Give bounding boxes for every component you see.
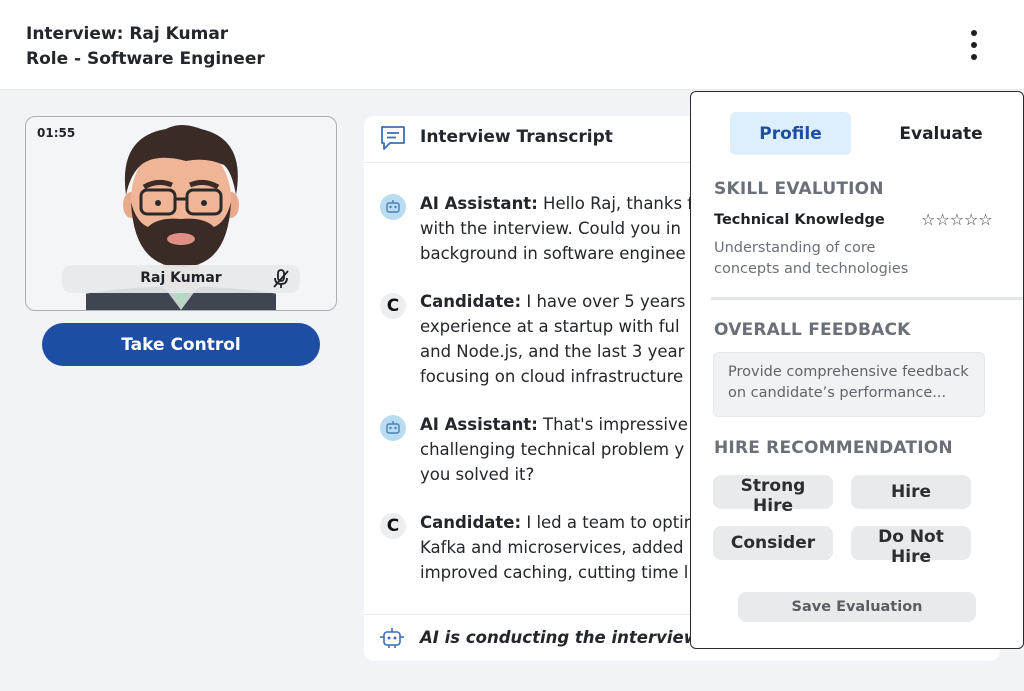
message-line: Kafka and microservices, added [420, 538, 684, 557]
hire-recommendation-heading: HIRE RECOMMENDATION [714, 438, 953, 458]
message-speaker: Candidate: [420, 513, 522, 532]
transcript-message: AI Assistant: Hello Raj, thanks f with t… [420, 191, 700, 266]
kebab-menu-icon[interactable] [962, 28, 986, 68]
interview-role-title: Role - Software Engineer [26, 49, 265, 69]
message-line: you solved it? [420, 465, 535, 484]
chat-transcript-icon [381, 126, 405, 150]
save-evaluation-button[interactable]: Save Evaluation [738, 592, 976, 622]
evaluation-panel: Profile Evaluate SKILL EVALUTION Technic… [690, 91, 1024, 649]
interview-status-text: AI is conducting the interview [420, 628, 699, 647]
skill-description: Understanding of core concepts and techn… [714, 240, 909, 277]
candidate-avatar-badge: C [380, 293, 406, 319]
robot-icon [380, 628, 404, 648]
interview-candidate-title: Interview: Raj Kumar [26, 24, 229, 44]
transcript-message: Candidate: I led a team to optim Kafka a… [420, 510, 700, 585]
feedback-textarea[interactable]: Provide comprehensive feedback on candid… [713, 352, 985, 417]
tab-profile[interactable]: Profile [730, 112, 851, 155]
candidate-avatar-badge: C [380, 513, 406, 539]
star-rating[interactable]: ☆☆☆☆☆ [921, 210, 993, 229]
ai-assistant-avatar-icon [380, 194, 406, 220]
transcript-title: Interview Transcript [420, 127, 613, 147]
hire-button[interactable]: Hire [851, 475, 971, 509]
skill-name: Technical Knowledge [714, 212, 885, 228]
message-line: improved caching, cutting time l [420, 563, 689, 582]
candidate-video-tile: 01:55 Raj Kumar [25, 116, 337, 311]
app-header: Interview: Raj Kumar Role - Software Eng… [0, 0, 1024, 90]
transcript-message: Candidate: I have over 5 years o experie… [420, 289, 700, 389]
ai-assistant-avatar-icon [380, 415, 406, 441]
message-line: Hello Raj, thanks f [537, 194, 694, 213]
message-speaker: AI Assistant: [420, 194, 538, 213]
skill-evaluation-heading: SKILL EVALUTION [714, 179, 884, 199]
message-line: I led a team to optim [521, 513, 700, 532]
strong-hire-button[interactable]: Strong Hire [713, 475, 833, 516]
message-line: focusing on cloud infrastructure [420, 367, 684, 386]
section-divider [711, 297, 1023, 300]
take-control-button[interactable]: Take Control [42, 323, 320, 366]
consider-button[interactable]: Consider [713, 526, 833, 560]
do-not-hire-button[interactable]: Do Not Hire [851, 526, 971, 567]
message-speaker: Candidate: [420, 292, 522, 311]
call-timer: 01:55 [37, 126, 76, 140]
message-line: with the interview. Could you in [420, 219, 681, 238]
message-line: background in software enginee [420, 244, 686, 263]
message-line: and Node.js, and the last 3 year [420, 342, 685, 361]
tab-evaluate[interactable]: Evaluate [876, 112, 1006, 155]
transcript-message: AI Assistant: That's impressive challeng… [420, 412, 700, 487]
message-speaker: AI Assistant: [420, 415, 538, 434]
mic-muted-icon[interactable] [272, 269, 290, 289]
participant-name-tag: Raj Kumar [62, 265, 300, 293]
message-line: I have over 5 years o [521, 292, 700, 311]
overall-feedback-heading: OVERALL FEEDBACK [714, 320, 911, 340]
message-line: challenging technical problem y [420, 440, 685, 459]
message-line: That's impressive [537, 415, 688, 434]
interview-title: Interview: Raj Kumar Role - Software Eng… [26, 22, 265, 72]
message-line: experience at a startup with ful [420, 317, 680, 336]
participant-name: Raj Kumar [140, 270, 222, 286]
